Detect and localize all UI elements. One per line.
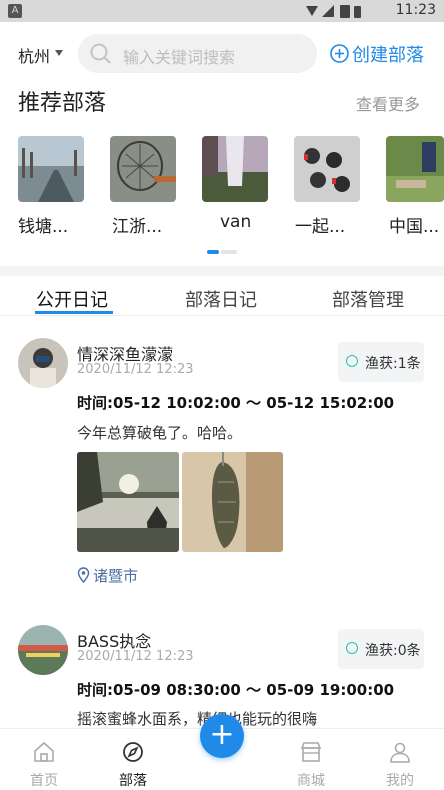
post-content: 今年总算破龟了。哈哈。: [77, 424, 243, 442]
create-tribe-label: 创建部落: [352, 45, 424, 66]
carousel-indicator: [207, 250, 237, 254]
fishing-time: 时间:05-09 08:30:00 ～ 05-09 19:00:00: [77, 679, 394, 700]
post-content: 摇滚蜜蜂水面系，精细也能玩的很嗨: [77, 710, 318, 728]
catch-badge: 渔获:0条: [338, 629, 424, 669]
nav-label: 我的: [386, 773, 414, 789]
tribe-label: van: [220, 212, 252, 232]
tab-divider: [0, 315, 444, 316]
search-icon: [90, 43, 111, 64]
add-circle-icon: [330, 44, 349, 63]
user-icon: [390, 742, 410, 763]
city-caret-icon[interactable]: [55, 50, 63, 56]
time-label: 时间:: [77, 394, 113, 412]
post-photo[interactable]: [77, 452, 179, 552]
status-time: 11:23: [395, 2, 436, 18]
nav-label: 首页: [30, 773, 58, 789]
nav-profile[interactable]: 我的: [370, 734, 430, 789]
tribe-thumb[interactable]: [386, 136, 444, 202]
time-label: 时间:: [77, 681, 113, 699]
tribe-thumb[interactable]: [18, 136, 84, 202]
city-selector[interactable]: 杭州: [18, 43, 50, 67]
indicator-inactive: [221, 250, 237, 254]
app-notification-icon: A: [8, 4, 22, 18]
catch-badge: 渔获:1条: [338, 342, 424, 382]
tribe-label: 中国...: [389, 217, 440, 237]
active-tab-underline: [35, 311, 113, 314]
check-circle-icon: [346, 355, 358, 367]
location-text: 诸暨市: [93, 567, 139, 585]
nav-home[interactable]: 首页: [14, 734, 74, 789]
avatar[interactable]: [18, 338, 68, 388]
search-placeholder: 输入关键词搜索: [123, 48, 236, 67]
tab-tribe-management[interactable]: 部落管理: [332, 286, 404, 312]
time-range: 05-09 08:30:00 ～ 05-09 19:00:00: [113, 681, 395, 699]
catch-count: 渔获:1条: [365, 356, 421, 372]
home-icon: [34, 741, 54, 762]
tribe-label: 江浙...: [112, 217, 163, 237]
fishing-time: 时间:05-12 10:02:00 ～ 05-12 15:02:00: [77, 392, 394, 413]
tribe-thumb[interactable]: [110, 136, 176, 202]
check-circle-icon: [346, 642, 358, 654]
section-divider: [0, 266, 444, 276]
tribe-thumb[interactable]: [202, 136, 268, 202]
compass-icon: [123, 742, 143, 762]
shop-icon: [300, 742, 322, 762]
tribe-label: 一起...: [295, 217, 346, 237]
add-post-button[interactable]: +: [200, 714, 244, 758]
section-title: 推荐部落: [18, 91, 107, 116]
status-bar: A 11:23: [0, 0, 444, 22]
catch-count: 渔获:0条: [365, 643, 421, 659]
nav-shop[interactable]: 商城: [281, 734, 341, 789]
plus-icon: +: [209, 717, 235, 752]
tab-public-diary[interactable]: 公开日记: [36, 286, 108, 312]
indicator-active: [207, 250, 219, 254]
nav-label: 部落: [119, 773, 147, 789]
post-date: 2020/11/12 12:23: [77, 649, 194, 664]
tab-tribe-diary[interactable]: 部落日记: [185, 286, 257, 312]
avatar[interactable]: [18, 625, 68, 675]
location-pin-icon: [77, 567, 90, 583]
search-input[interactable]: 输入关键词搜索: [78, 34, 317, 73]
nav-tribe[interactable]: 部落: [103, 734, 163, 789]
post-date: 2020/11/12 12:23: [77, 362, 194, 377]
signal-battery-icons: [306, 5, 361, 18]
time-range: 05-12 10:02:00 ～ 05-12 15:02:00: [113, 394, 395, 412]
post-photo[interactable]: [182, 452, 283, 552]
nav-label: 商城: [297, 773, 325, 789]
tribe-thumb[interactable]: [294, 136, 360, 202]
tribe-label: 钱塘...: [18, 217, 69, 237]
view-more-link[interactable]: 查看更多: [356, 91, 420, 115]
